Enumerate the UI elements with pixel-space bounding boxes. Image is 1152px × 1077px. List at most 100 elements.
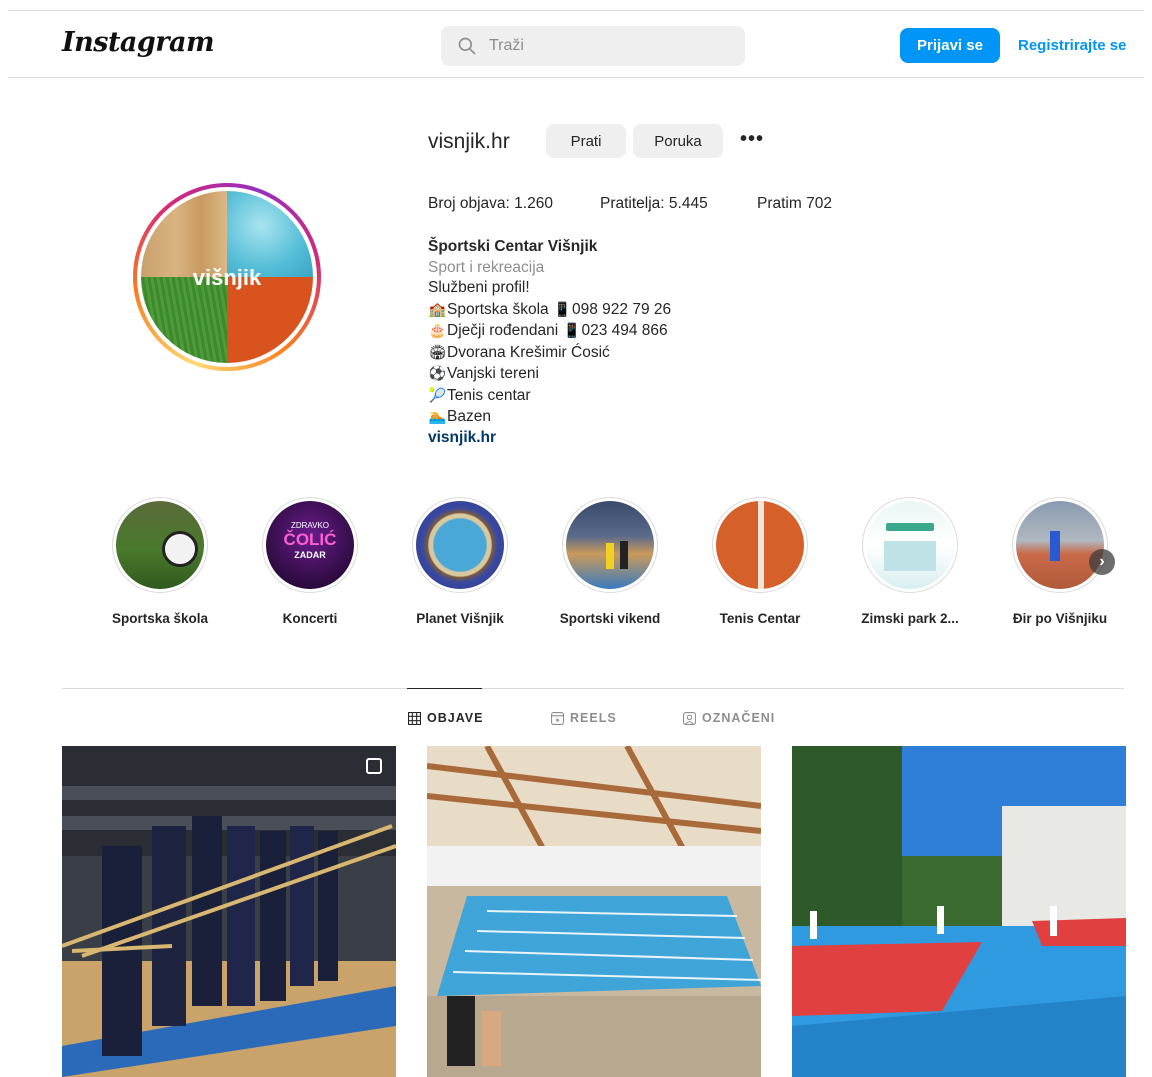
post-image	[792, 746, 1126, 1077]
concert-artist-last-name: ČOLIĆ	[283, 530, 337, 549]
bio-school-text: Sportska škola	[447, 300, 549, 318]
highlight-cover	[716, 501, 804, 589]
highlights-next-chevron-icon[interactable]: ›	[1089, 549, 1115, 575]
player-figure	[606, 543, 614, 569]
profile-username: visnjik.hr	[428, 130, 510, 153]
profile-category: Sport i rekreacija	[428, 258, 545, 276]
bio-school-phone: 098 922 79 26	[571, 300, 672, 318]
highlight-cover	[866, 501, 954, 589]
highlight-sportska-skola[interactable]: Sportska škola	[85, 497, 235, 626]
tennis-racket-icon: 🎾	[428, 386, 447, 403]
active-tab-indicator	[407, 688, 482, 689]
post-image	[427, 746, 761, 1077]
player-figure	[620, 541, 628, 569]
message-button[interactable]: Poruka	[633, 124, 723, 158]
bio-birthdays-phone: 023 494 866	[581, 322, 668, 339]
tagged-icon	[683, 711, 696, 725]
highlight-ring	[412, 497, 508, 593]
grid-icon	[408, 711, 421, 725]
court-line	[758, 501, 764, 589]
avatar-border: višnjik	[137, 187, 317, 367]
highlight-tenis-centar[interactable]: Tenis Centar	[685, 497, 835, 626]
highlight-cover	[566, 501, 654, 589]
bio-outdoor-text: Vanjski tereni	[447, 365, 539, 382]
followers-count[interactable]: Pratitelja: 5.445	[600, 195, 708, 213]
highlight-label: Sportska škola	[111, 611, 209, 626]
search-input[interactable]	[489, 37, 729, 55]
highlight-label: Đir po Višnjiku	[1012, 611, 1108, 626]
bio-tennis-text: Tenis centar	[447, 386, 531, 404]
bio-line-birthdays: 🎂Dječji rođendani 📱023 494 866	[428, 320, 671, 342]
highlight-cover	[416, 501, 504, 589]
pool-icon: 🏊	[428, 408, 447, 424]
school-icon: 🏫	[428, 300, 447, 317]
highlight-sportski-vikend[interactable]: Sportski vikend	[535, 497, 685, 626]
stadium-icon: 🏟	[428, 343, 447, 360]
phone-icon: 📱	[563, 322, 581, 338]
bio-line-outdoor: ⚽Vanjski tereni	[428, 363, 671, 385]
post-thumbnail-kendo[interactable]	[62, 746, 396, 1077]
concert-city: ZADAR	[294, 550, 326, 560]
highlight-cover	[1016, 501, 1104, 589]
highlight-label: Planet Višnjik	[416, 611, 504, 626]
bio-line-arena: 🏟Dvorana Krešimir Ćosić	[428, 342, 671, 364]
bio-website-link[interactable]: visnjik.hr	[428, 428, 671, 449]
top-navigation-bar: Instagram Prijavi se Registrirajte se	[8, 10, 1144, 78]
tab-reels[interactable]: REELS	[551, 711, 617, 725]
highlight-ring	[712, 497, 808, 593]
bio-line-tennis: 🎾Tenis centar	[428, 385, 671, 407]
post-image	[62, 746, 396, 1077]
highlight-label: Sportski vikend	[559, 611, 661, 626]
following-count[interactable]: Pratim 702	[757, 195, 832, 213]
highlight-ring	[112, 497, 208, 593]
soccer-ball-graphic	[162, 531, 198, 567]
bio-line-school: 🏫Sportska škola 📱098 922 79 26	[428, 299, 671, 321]
bio-line-pool: 🏊Bazen	[428, 406, 671, 428]
highlight-ring	[1012, 497, 1108, 593]
bio-line-official: Službeni profil!	[428, 279, 530, 296]
runner-figure	[1050, 531, 1060, 561]
tab-tagged-label: OZNAČENI	[702, 711, 776, 725]
follow-button[interactable]: Prati	[546, 124, 626, 158]
poster-content-block	[884, 541, 936, 571]
search-box[interactable]	[441, 26, 745, 66]
login-button[interactable]: Prijavi se	[900, 28, 1000, 63]
bio-pool-text: Bazen	[447, 408, 491, 425]
more-options-icon[interactable]: •••	[740, 128, 764, 151]
highlight-planet-visnjik[interactable]: Planet Višnjik	[385, 497, 535, 626]
tab-reels-label: REELS	[570, 711, 617, 725]
highlight-ring	[562, 497, 658, 593]
highlight-ring: ZDRAVKO ČOLIĆ ZADAR	[262, 497, 358, 593]
tab-posts[interactable]: OBJAVE	[408, 711, 483, 725]
cake-icon: 🎂	[428, 322, 447, 338]
tab-tagged[interactable]: OZNAČENI	[683, 711, 775, 725]
tab-posts-label: OBJAVE	[427, 711, 484, 725]
highlight-label: Tenis Centar	[719, 611, 801, 626]
highlight-cover	[116, 501, 204, 589]
concert-artist-first-name: ZDRAVKO	[290, 521, 330, 530]
post-thumbnail-basketball-court[interactable]	[792, 746, 1126, 1077]
tabs-divider	[62, 688, 1124, 689]
posts-count: Broj objava: 1.260	[428, 195, 553, 212]
phone-icon: 📱	[553, 300, 572, 317]
bio-birthdays-text: Dječji rođendani	[447, 322, 559, 339]
bio-arena-text: Dvorana Krešimir Ćosić	[447, 343, 610, 361]
reels-icon	[551, 711, 564, 725]
instagram-logo[interactable]: Instagram	[62, 27, 215, 58]
highlight-label: Zimski park 2...	[861, 611, 959, 626]
highlight-zimski-park[interactable]: Zimski park 2...	[835, 497, 985, 626]
post-thumbnail-pool[interactable]	[427, 746, 761, 1077]
soccer-ball-icon: ⚽	[428, 365, 447, 381]
search-icon	[458, 37, 476, 55]
highlight-koncerti[interactable]: ZDRAVKO ČOLIĆ ZADAR Koncerti	[235, 497, 385, 626]
register-link[interactable]: Registrirajte se	[1018, 37, 1126, 54]
multiple-images-icon	[366, 758, 382, 774]
profile-avatar[interactable]: višnjik	[133, 183, 321, 371]
avatar-logo-text: višnjik	[192, 265, 262, 290]
poster-title-bar	[886, 523, 934, 531]
profile-bio: Športski Centar Višnjik Sport i rekreaci…	[428, 237, 671, 448]
highlight-label: Koncerti	[282, 611, 338, 626]
highlight-cover: ZDRAVKO ČOLIĆ ZADAR	[266, 501, 354, 589]
profile-full-name: Športski Centar Višnjik	[428, 238, 598, 255]
avatar-image: višnjik	[141, 191, 313, 363]
